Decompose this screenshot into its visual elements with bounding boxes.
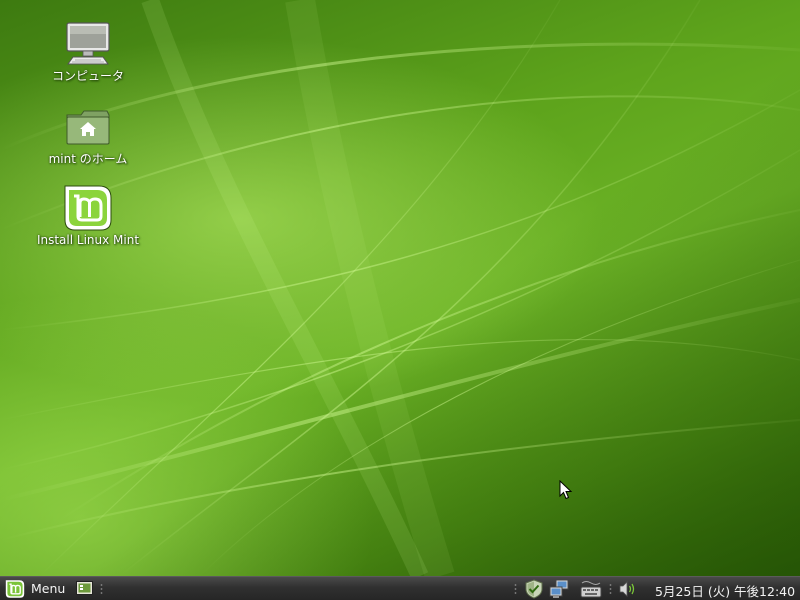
desktop[interactable]: コンピュータ mint のホーム Install Linux Mint [0, 0, 800, 576]
panel-separator-grip [514, 584, 517, 594]
linux-mint-logo-icon [5, 579, 25, 598]
desktop-icon-home-folder[interactable]: mint のホーム [23, 103, 153, 167]
desktop-icon-computer[interactable]: コンピュータ [23, 20, 153, 84]
wallpaper-light-rays [0, 0, 800, 576]
desktop-icon-install-linux-mint[interactable]: Install Linux Mint [23, 184, 153, 248]
linux-mint-installer-icon [64, 185, 112, 231]
clock[interactable]: 5月25日 (火) 午後12:40 [655, 581, 795, 600]
update-manager-shield-icon[interactable] [524, 579, 544, 599]
panel-separator-grip [609, 584, 612, 594]
keyboard-layout-icon[interactable] [580, 579, 602, 599]
home-folder-icon [66, 110, 110, 145]
computer-icon [66, 22, 110, 65]
panel-separator-grip [100, 584, 103, 594]
desktop-icon-label: コンピュータ [51, 69, 124, 83]
taskbar-panel: Menu 5月25日 (火) 午後12:40 [0, 576, 800, 600]
network-icon[interactable] [549, 579, 569, 599]
desktop-icon-label: Install Linux Mint [36, 233, 140, 247]
desktop-icon-label: mint のホーム [48, 152, 128, 166]
menu-button-label: Menu [31, 581, 66, 596]
show-desktop-icon[interactable] [76, 581, 93, 595]
menu-button[interactable]: Menu [3, 578, 69, 599]
volume-icon[interactable] [617, 579, 637, 599]
mouse-pointer-icon [559, 480, 573, 500]
